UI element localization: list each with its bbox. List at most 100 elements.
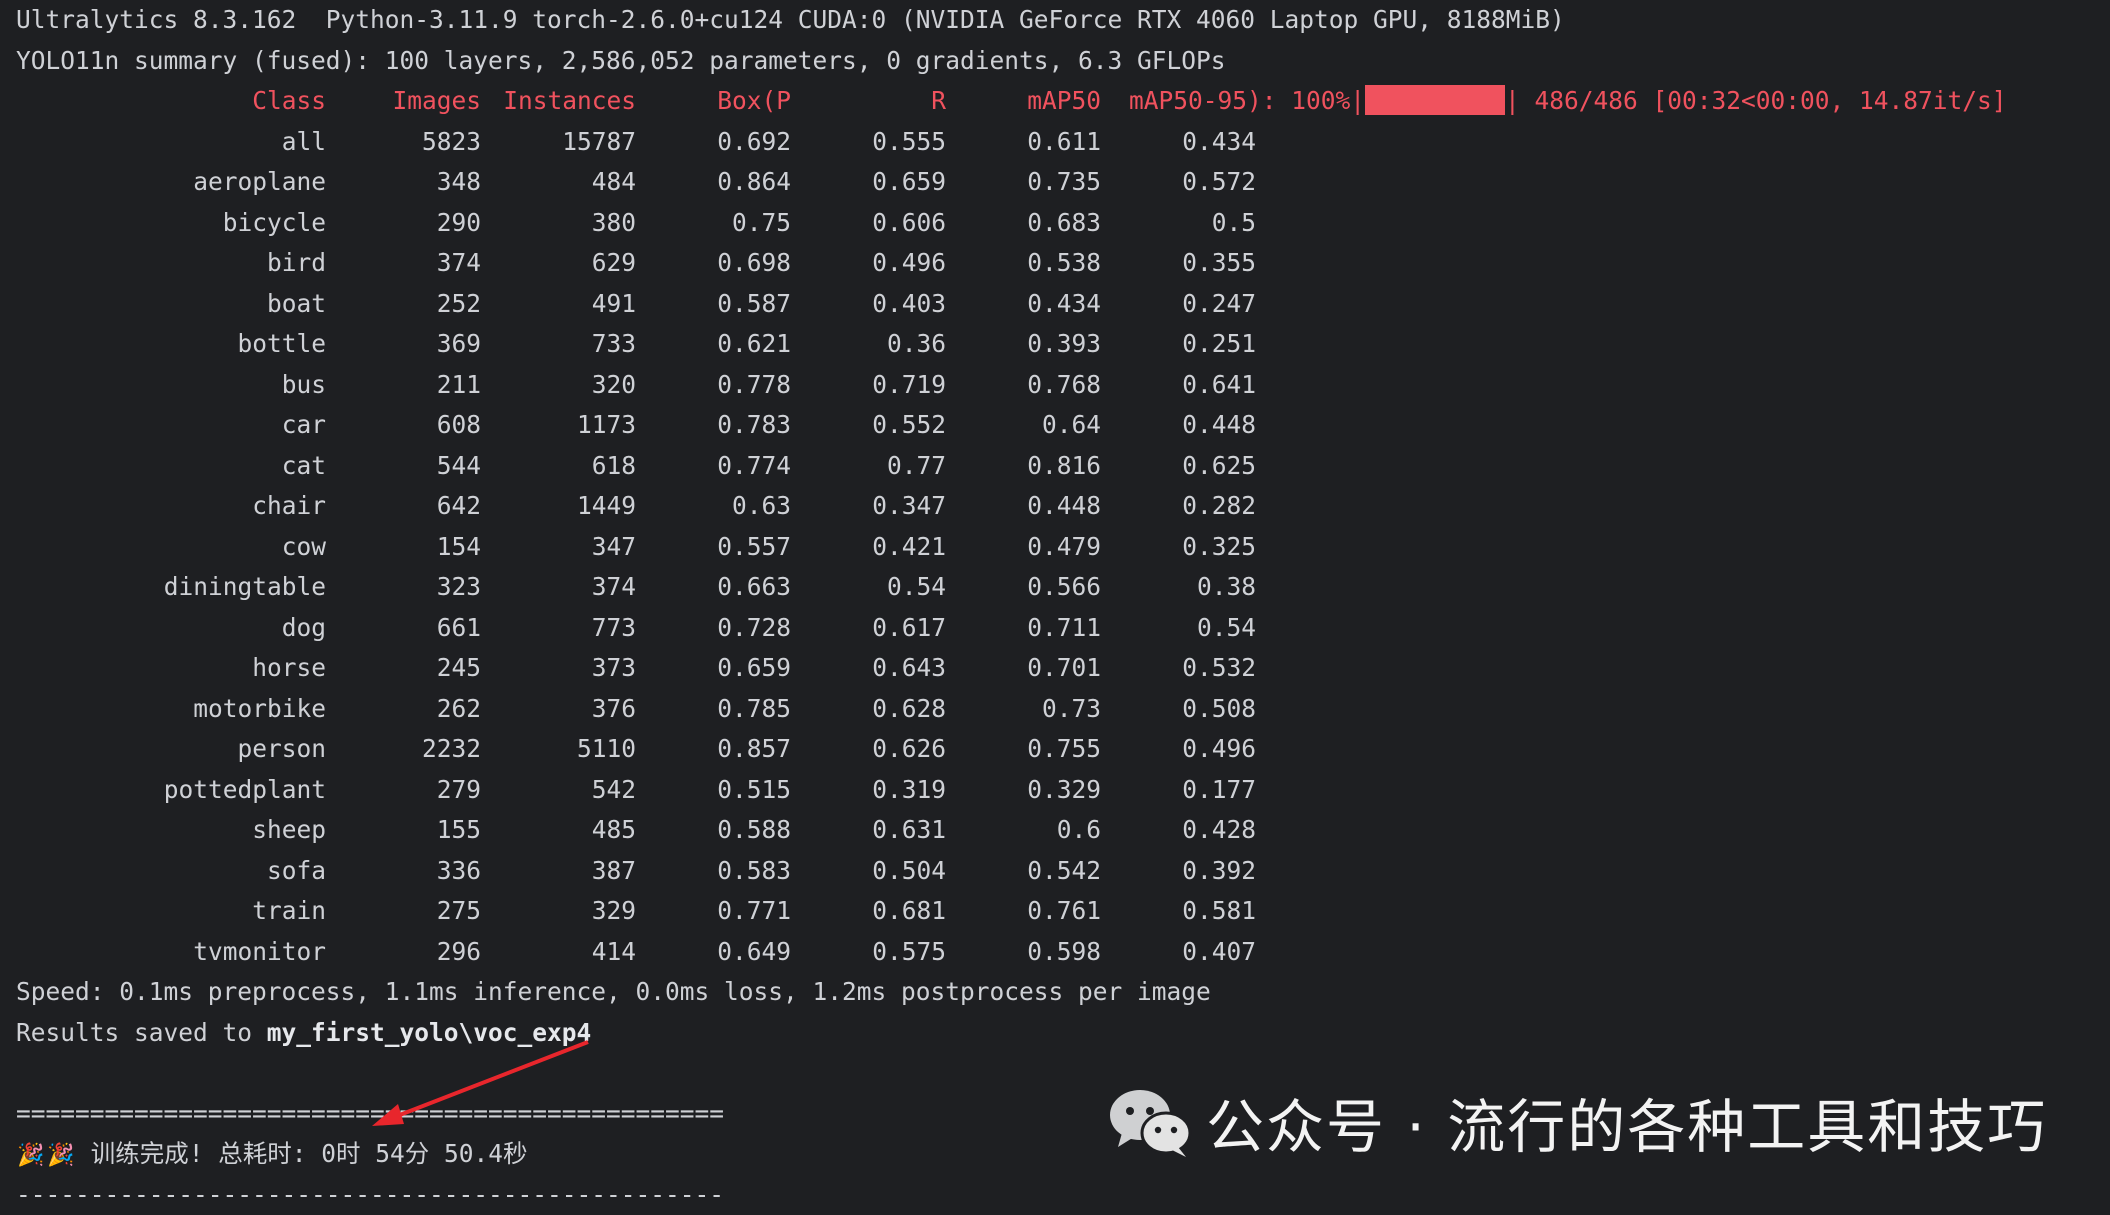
cell-images: 155 — [326, 810, 481, 851]
header-box-p: Box(P — [636, 81, 791, 122]
cell-images: 262 — [326, 689, 481, 730]
cell-box-p: 0.857 — [636, 729, 791, 770]
cell-instances: 347 — [481, 527, 636, 568]
cell-map50-95: 0.325 — [1101, 527, 1256, 568]
cell-class: train — [16, 891, 326, 932]
table-row: chair64214490.630.3470.4480.282 — [16, 486, 2096, 527]
cell-instances: 773 — [481, 608, 636, 649]
cell-class: dog — [16, 608, 326, 649]
cell-instances: 320 — [481, 365, 636, 406]
table-row: tvmonitor2964140.6490.5750.5980.407 — [16, 932, 2096, 973]
cell-box-p: 0.778 — [636, 365, 791, 406]
cell-instances: 414 — [481, 932, 636, 973]
table-row: all5823157870.6920.5550.6110.434 — [16, 122, 2096, 163]
table-row: pottedplant2795420.5150.3190.3290.177 — [16, 770, 2096, 811]
cell-images: 275 — [326, 891, 481, 932]
table-header-row: ClassImagesInstancesBox(PRmAP50mAP50-95)… — [16, 81, 2096, 122]
cell-map50-95: 0.508 — [1101, 689, 1256, 730]
cell-box-p: 0.692 — [636, 122, 791, 163]
cell-class: car — [16, 405, 326, 446]
cell-map50-95: 0.247 — [1101, 284, 1256, 325]
cell-class: cow — [16, 527, 326, 568]
cell-box-p: 0.621 — [636, 324, 791, 365]
cell-map50: 0.701 — [946, 648, 1101, 689]
table-row: cow1543470.5570.4210.4790.325 — [16, 527, 2096, 568]
cell-images: 252 — [326, 284, 481, 325]
table-row: bird3746290.6980.4960.5380.355 — [16, 243, 2096, 284]
progress-suffix: | 486/486 [00:32<00:00, 14.87it/s] — [1505, 86, 2007, 115]
table-row: dog6617730.7280.6170.7110.54 — [16, 608, 2096, 649]
cell-box-p: 0.583 — [636, 851, 791, 892]
cell-map50: 0.479 — [946, 527, 1101, 568]
model-summary-line: YOLO11n summary (fused): 100 layers, 2,5… — [16, 41, 2096, 82]
cell-images: 2232 — [326, 729, 481, 770]
party-popper-icon: 🎉 — [46, 1136, 76, 1177]
cell-r: 0.54 — [791, 567, 946, 608]
cell-class: sofa — [16, 851, 326, 892]
cell-images: 369 — [326, 324, 481, 365]
separator-bottom: ----------------------------------------… — [16, 1175, 2096, 1215]
cell-class: person — [16, 729, 326, 770]
cell-r: 0.421 — [791, 527, 946, 568]
cell-map50: 0.711 — [946, 608, 1101, 649]
cell-images: 374 — [326, 243, 481, 284]
cell-instances: 373 — [481, 648, 636, 689]
cell-box-p: 0.557 — [636, 527, 791, 568]
cell-instances: 491 — [481, 284, 636, 325]
cell-class: bottle — [16, 324, 326, 365]
cell-class: aeroplane — [16, 162, 326, 203]
cell-images: 544 — [326, 446, 481, 487]
cell-box-p: 0.587 — [636, 284, 791, 325]
cell-instances: 485 — [481, 810, 636, 851]
cell-map50: 0.683 — [946, 203, 1101, 244]
cell-box-p: 0.864 — [636, 162, 791, 203]
header-r: R — [791, 81, 946, 122]
cell-box-p: 0.588 — [636, 810, 791, 851]
cell-instances: 733 — [481, 324, 636, 365]
cell-box-p: 0.698 — [636, 243, 791, 284]
cell-map50-95: 0.434 — [1101, 122, 1256, 163]
cell-map50: 0.73 — [946, 689, 1101, 730]
cell-instances: 542 — [481, 770, 636, 811]
cell-r: 0.575 — [791, 932, 946, 973]
cell-r: 0.628 — [791, 689, 946, 730]
cell-map50-95: 0.496 — [1101, 729, 1256, 770]
cell-map50: 0.735 — [946, 162, 1101, 203]
cell-instances: 329 — [481, 891, 636, 932]
cell-instances: 1449 — [481, 486, 636, 527]
header-instances: Instances — [481, 81, 636, 122]
cell-map50-95: 0.641 — [1101, 365, 1256, 406]
header-images: Images — [326, 81, 481, 122]
cell-map50-95: 0.54 — [1101, 608, 1256, 649]
cell-box-p: 0.663 — [636, 567, 791, 608]
cell-map50: 0.611 — [946, 122, 1101, 163]
cell-map50: 0.598 — [946, 932, 1101, 973]
results-table: all5823157870.6920.5550.6110.434aeroplan… — [16, 122, 2096, 973]
cell-r: 0.36 — [791, 324, 946, 365]
cell-map50: 0.329 — [946, 770, 1101, 811]
cell-box-p: 0.75 — [636, 203, 791, 244]
cell-images: 245 — [326, 648, 481, 689]
cell-instances: 376 — [481, 689, 636, 730]
cell-class: motorbike — [16, 689, 326, 730]
cell-images: 5823 — [326, 122, 481, 163]
table-row: boat2524910.5870.4030.4340.247 — [16, 284, 2096, 325]
watermark-text: 公众号 · 流行的各种工具和技巧 — [1206, 1080, 2047, 1164]
table-row: bus2113200.7780.7190.7680.641 — [16, 365, 2096, 406]
cell-map50: 0.448 — [946, 486, 1101, 527]
cell-r: 0.719 — [791, 365, 946, 406]
cell-class: diningtable — [16, 567, 326, 608]
cell-instances: 484 — [481, 162, 636, 203]
table-row: bicycle2903800.750.6060.6830.5 — [16, 203, 2096, 244]
cell-map50: 0.434 — [946, 284, 1101, 325]
cell-instances: 5110 — [481, 729, 636, 770]
party-popper-icon: 🎉 — [16, 1136, 46, 1177]
cell-r: 0.496 — [791, 243, 946, 284]
cell-images: 608 — [326, 405, 481, 446]
table-row: car60811730.7830.5520.640.448 — [16, 405, 2096, 446]
cell-map50: 0.6 — [946, 810, 1101, 851]
table-row: person223251100.8570.6260.7550.496 — [16, 729, 2096, 770]
cell-map50: 0.761 — [946, 891, 1101, 932]
cell-class: sheep — [16, 810, 326, 851]
cell-box-p: 0.649 — [636, 932, 791, 973]
